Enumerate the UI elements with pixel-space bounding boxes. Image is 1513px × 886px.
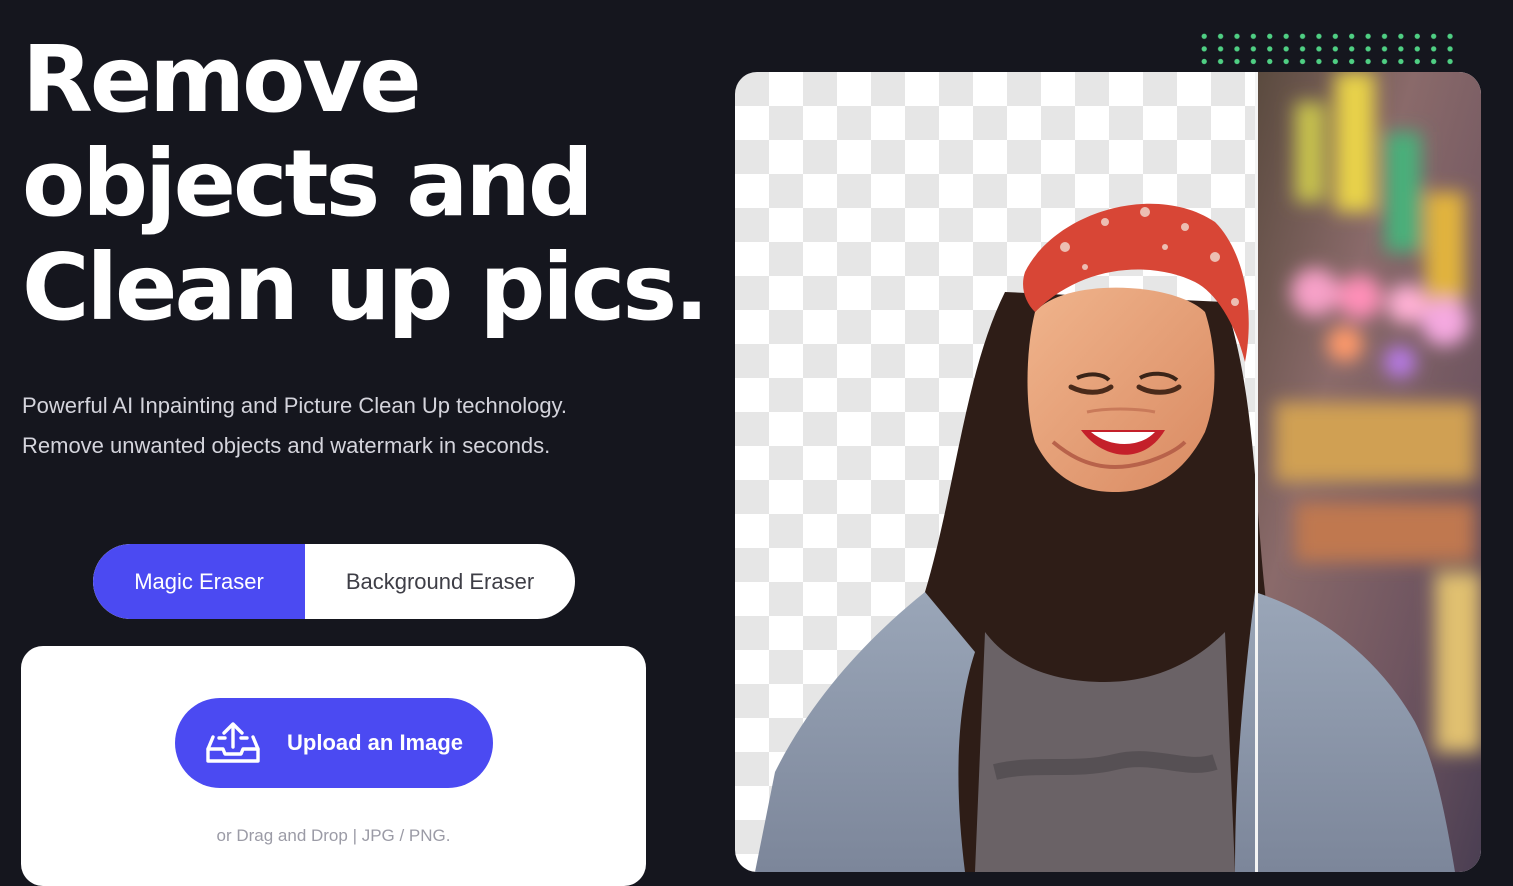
hero-title-line-1: Remove — [22, 26, 422, 133]
eraser-mode-toggle: Magic Eraser Background Eraser — [93, 544, 575, 619]
hero-title-line-2: objects and — [22, 130, 594, 237]
hero-title: Remove objects and Clean up pics. — [22, 26, 709, 341]
hero-subtitle-line-2: Remove unwanted objects and watermark in… — [22, 433, 551, 458]
hero-subtitle: Powerful AI Inpainting and Picture Clean… — [22, 386, 682, 466]
upload-button-label: Upload an Image — [287, 730, 464, 755]
magic-eraser-tab[interactable]: Magic Eraser — [93, 544, 305, 619]
hero-title-line-3: Clean up pics. — [22, 234, 709, 341]
upload-card: Upload an Image or Drag and Drop | JPG /… — [21, 646, 646, 886]
hero-subtitle-line-1: Powerful AI Inpainting and Picture Clean… — [22, 393, 568, 418]
decorative-dots — [1196, 30, 1458, 68]
drag-drop-hint: or Drag and Drop | JPG / PNG. — [216, 826, 451, 845]
upload-tray-icon — [205, 721, 261, 765]
preview-illustration — [735, 72, 1481, 872]
before-after-preview — [735, 72, 1481, 872]
upload-image-button[interactable]: Upload an Image — [175, 698, 493, 788]
background-eraser-tab[interactable]: Background Eraser — [305, 544, 575, 619]
